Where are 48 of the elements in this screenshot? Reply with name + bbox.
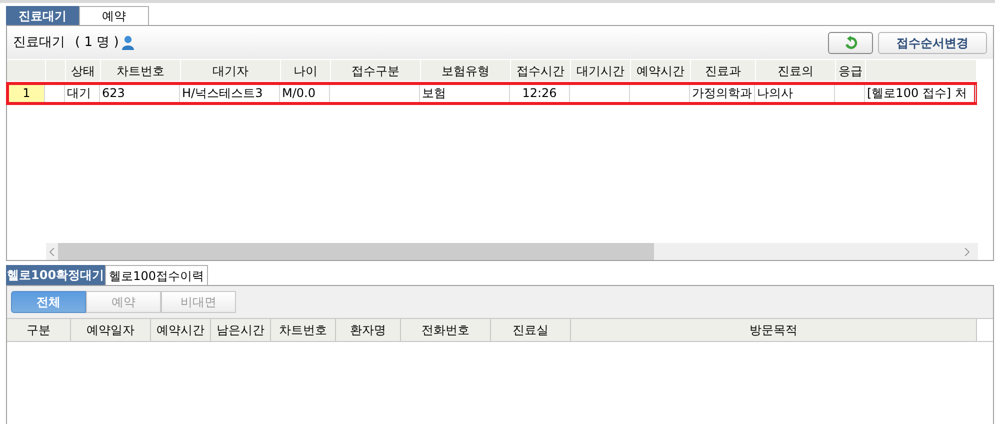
column-header: 예약시간	[151, 319, 211, 341]
panel-title: 진료대기	[13, 34, 65, 52]
table-cell: 대기	[65, 85, 100, 102]
tab[interactable]: 헬로100접수이력	[105, 265, 208, 285]
column-header: 접수시간	[511, 60, 571, 81]
column-header: 진료과	[691, 60, 756, 81]
table-cell: 12:26	[510, 85, 570, 102]
tab[interactable]: 진료대기	[6, 6, 79, 25]
person-icon	[120, 35, 135, 50]
column-header: 나이	[281, 60, 331, 81]
scroll-left-icon[interactable]	[49, 248, 55, 256]
refresh-button[interactable]	[828, 32, 873, 54]
tab[interactable]: 헬로100확정대기	[6, 265, 106, 285]
tab[interactable]: 예약	[79, 6, 149, 25]
column-header: 예약일자	[71, 319, 151, 341]
column-header: 대기자	[181, 60, 281, 81]
column-header: 방문목적	[571, 319, 977, 341]
table-cell: M/0.0	[280, 85, 330, 102]
column-header: 차트번호	[101, 60, 181, 81]
column-header: 상태	[66, 60, 101, 81]
table-cell: 나의사	[755, 85, 835, 102]
table-cell: 623	[100, 85, 180, 102]
column-header: 접수구분	[331, 60, 421, 81]
refresh-icon	[844, 36, 858, 50]
column-header: 진료의	[756, 60, 836, 81]
table-cell: H/넉스테스트3	[180, 85, 280, 102]
column-header: 구분	[7, 319, 71, 341]
filter-button[interactable]: 예약	[86, 291, 161, 313]
column-header: 전화번호	[401, 319, 491, 341]
filter-button[interactable]: 전체	[11, 291, 86, 313]
filter-button[interactable]: 비대면	[161, 291, 236, 313]
table-row[interactable]: 1 대기 623 H/넉스테스트3 M/0.0 보험 12:26 가정의학과 나의사 [헬로100 접수] 처	[6, 82, 977, 105]
row-number: 1	[9, 85, 45, 102]
table-cell: 보험	[420, 85, 510, 102]
column-header: 응급	[836, 60, 866, 81]
column-header: 보험유형	[421, 60, 511, 81]
reorder-button[interactable]: 접수순서변경	[878, 32, 987, 54]
column-header: 진료실	[491, 319, 571, 341]
table-cell: 가정의학과	[690, 85, 755, 102]
table-cell: [헬로100 접수] 처	[865, 85, 976, 102]
horizontal-scrollbar[interactable]	[46, 243, 978, 260]
column-header: 예약시간	[631, 60, 691, 81]
column-header: 남은시간	[211, 319, 271, 341]
column-header: 차트번호	[271, 319, 336, 341]
column-header: 대기시간	[571, 60, 631, 81]
column-header: 환자명	[336, 319, 401, 341]
scroll-right-icon[interactable]	[964, 248, 970, 256]
patient-count: ( 1 명 )	[75, 34, 119, 52]
